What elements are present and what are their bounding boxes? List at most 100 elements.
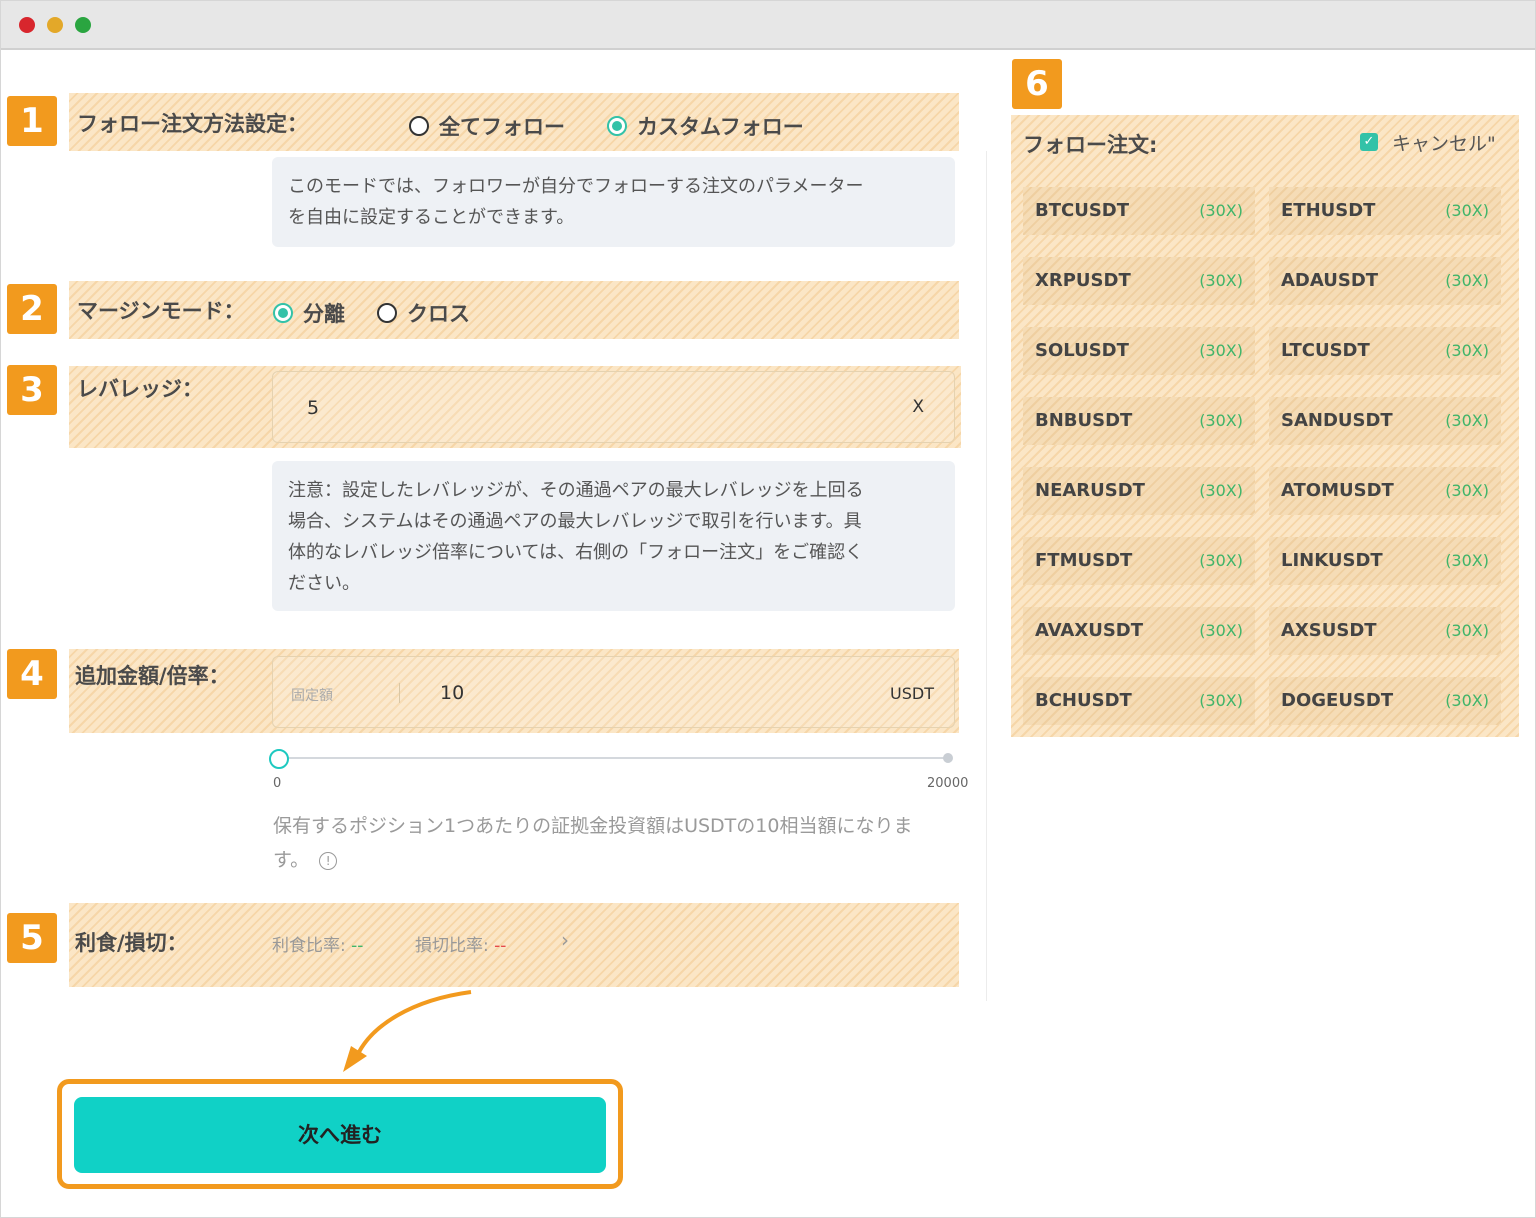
- tp-ratio-label: 利食比率:: [272, 936, 346, 956]
- leverage-note: 注意：設定したレバレッジが、その通過ペアの最大レバレッジを上回る 場合、システム…: [272, 461, 955, 611]
- slider-min-label: 0: [273, 776, 282, 791]
- pair-tile[interactable]: BNBUSDT (30X): [1023, 397, 1255, 445]
- amount-value: 10: [440, 682, 465, 704]
- pair-symbol: SANDUSDT: [1281, 410, 1393, 431]
- title-bar: [1, 1, 1535, 50]
- margin-mode-label: マージンモード：: [77, 299, 245, 323]
- pair-tile[interactable]: ADAUSDT (30X): [1269, 257, 1501, 305]
- pair-leverage: (30X): [1199, 551, 1243, 570]
- pair-leverage: (30X): [1445, 691, 1489, 710]
- radio-cross-label: クロス: [407, 302, 470, 326]
- note-line: 場合、システムはその通過ペアの最大レバレッジで取引を行います。具: [288, 511, 862, 532]
- tp-sl-label: 利食/損切：: [75, 931, 188, 955]
- note-line: 注意：設定したレバレッジが、その通過ペアの最大レバレッジを上回る: [288, 480, 864, 501]
- maximize-window-icon[interactable]: [75, 17, 91, 33]
- chevron-right-icon[interactable]: ›: [561, 928, 569, 952]
- pair-symbol: LTCUSDT: [1281, 340, 1370, 361]
- amount-mode-label[interactable]: 固定額: [291, 685, 333, 705]
- info-icon[interactable]: !: [319, 851, 338, 870]
- amount-slider-handle[interactable]: [269, 749, 289, 769]
- pair-symbol: BCHUSDT: [1035, 690, 1132, 711]
- pair-symbol: ATOMUSDT: [1281, 480, 1394, 501]
- app-window: 1 フォロー注文方法設定： 全てフォロー カスタムフォロー このモードでは、フォ…: [0, 0, 1536, 1218]
- pair-symbol: LINKUSDT: [1281, 550, 1383, 571]
- pair-symbol: AVAXUSDT: [1035, 620, 1144, 641]
- radio-checked-icon[interactable]: [273, 303, 293, 323]
- radio-icon[interactable]: [377, 303, 397, 323]
- note-line: 体的なレバレッジ倍率については、右側の「フォロー注文」をご確認く: [288, 542, 864, 563]
- pair-tile[interactable]: AVAXUSDT (30X): [1023, 607, 1255, 655]
- arrow-annotation-icon: [343, 990, 472, 1072]
- leverage-input[interactable]: 5 X: [272, 371, 955, 443]
- pair-tile[interactable]: AXSUSDT (30X): [1269, 607, 1501, 655]
- tp-sl-row: [69, 903, 959, 987]
- close-window-icon[interactable]: [19, 17, 35, 33]
- pair-tile[interactable]: ATOMUSDT (30X): [1269, 467, 1501, 515]
- pair-leverage: (30X): [1445, 481, 1489, 500]
- step-badge-4: 4: [7, 649, 57, 699]
- pair-leverage: (30X): [1445, 341, 1489, 360]
- pair-tile[interactable]: FTMUSDT (30X): [1023, 537, 1255, 585]
- follow-orders-title: フォロー注文:: [1023, 133, 1158, 157]
- pair-tile[interactable]: BCHUSDT (30X): [1023, 677, 1255, 725]
- sl-ratio[interactable]: 損切比率: --: [415, 931, 506, 956]
- pair-leverage: (30X): [1445, 551, 1489, 570]
- next-button[interactable]: 次へ進む: [74, 1097, 606, 1173]
- pair-tile[interactable]: SOLUSDT (30X): [1023, 327, 1255, 375]
- pair-tile[interactable]: ETHUSDT (30X): [1269, 187, 1501, 235]
- hint-line: 保有するポジション1つあたりの証拠金投資額はUSDTの10相当額になりま: [273, 815, 913, 837]
- pair-leverage: (30X): [1199, 691, 1243, 710]
- step-badge-2: 2: [7, 284, 57, 334]
- pair-leverage: (30X): [1199, 621, 1243, 640]
- tp-ratio-value: --: [351, 936, 364, 956]
- pair-leverage: (30X): [1199, 411, 1243, 430]
- pair-tile[interactable]: SANDUSDT (30X): [1269, 397, 1501, 445]
- pair-leverage: (30X): [1199, 481, 1243, 500]
- radio-custom-follow-label: カスタムフォロー: [637, 115, 804, 139]
- step-badge-3: 3: [7, 365, 57, 415]
- cancel-checkbox[interactable]: ✓: [1360, 133, 1378, 151]
- pair-tile[interactable]: BTCUSDT (30X): [1023, 187, 1255, 235]
- amount-unit: USDT: [890, 684, 934, 703]
- sl-ratio-label: 損切比率:: [415, 936, 489, 956]
- follow-method-info: このモードでは、フォロワーが自分でフォローする注文のパラメーター を自由に設定す…: [272, 157, 955, 247]
- pair-tile[interactable]: LTCUSDT (30X): [1269, 327, 1501, 375]
- pair-symbol: FTMUSDT: [1035, 550, 1133, 571]
- pair-symbol: XRPUSDT: [1035, 270, 1131, 291]
- pair-tile[interactable]: LINKUSDT (30X): [1269, 537, 1501, 585]
- leverage-unit: X: [912, 397, 924, 417]
- radio-icon[interactable]: [409, 116, 429, 136]
- pair-leverage: (30X): [1445, 201, 1489, 220]
- radio-checked-icon[interactable]: [607, 116, 627, 136]
- radio-isolated-label: 分離: [303, 302, 345, 326]
- pair-leverage: (30X): [1445, 621, 1489, 640]
- amount-input[interactable]: 固定額 10 USDT: [272, 656, 955, 728]
- step-badge-5: 5: [7, 913, 57, 963]
- pair-symbol: NEARUSDT: [1035, 480, 1145, 501]
- step-badge-1: 1: [7, 96, 57, 146]
- amount-hint: 保有するポジション1つあたりの証拠金投資額はUSDTの10相当額になりま す。!: [273, 809, 973, 877]
- sl-ratio-value: --: [494, 936, 507, 956]
- pair-tile[interactable]: NEARUSDT (30X): [1023, 467, 1255, 515]
- radio-follow-all[interactable]: 全てフォロー: [409, 111, 565, 141]
- info-line: を自由に設定することができます。: [288, 207, 575, 228]
- pair-symbol: BTCUSDT: [1035, 200, 1130, 221]
- tp-ratio[interactable]: 利食比率: --: [272, 931, 363, 956]
- radio-isolated[interactable]: 分離: [273, 298, 345, 328]
- cancel-label: キャンセル": [1392, 133, 1496, 155]
- pair-symbol: SOLUSDT: [1035, 340, 1129, 361]
- minimize-window-icon[interactable]: [47, 17, 63, 33]
- pair-tile[interactable]: DOGEUSDT (30X): [1269, 677, 1501, 725]
- info-line: このモードでは、フォロワーが自分でフォローする注文のパラメーター: [288, 176, 864, 197]
- radio-cross[interactable]: クロス: [377, 298, 470, 328]
- radio-custom-follow[interactable]: カスタムフォロー: [607, 111, 804, 141]
- pair-leverage: (30X): [1199, 201, 1243, 220]
- hint-line: す。: [273, 849, 310, 871]
- pair-leverage: (30X): [1445, 271, 1489, 290]
- pair-symbol: DOGEUSDT: [1281, 690, 1394, 711]
- pair-tile[interactable]: XRPUSDT (30X): [1023, 257, 1255, 305]
- leverage-label: レバレッジ：: [77, 377, 203, 401]
- radio-follow-all-label: 全てフォロー: [439, 115, 565, 139]
- amount-slider-end: [943, 753, 953, 763]
- amount-slider-track[interactable]: [279, 757, 949, 759]
